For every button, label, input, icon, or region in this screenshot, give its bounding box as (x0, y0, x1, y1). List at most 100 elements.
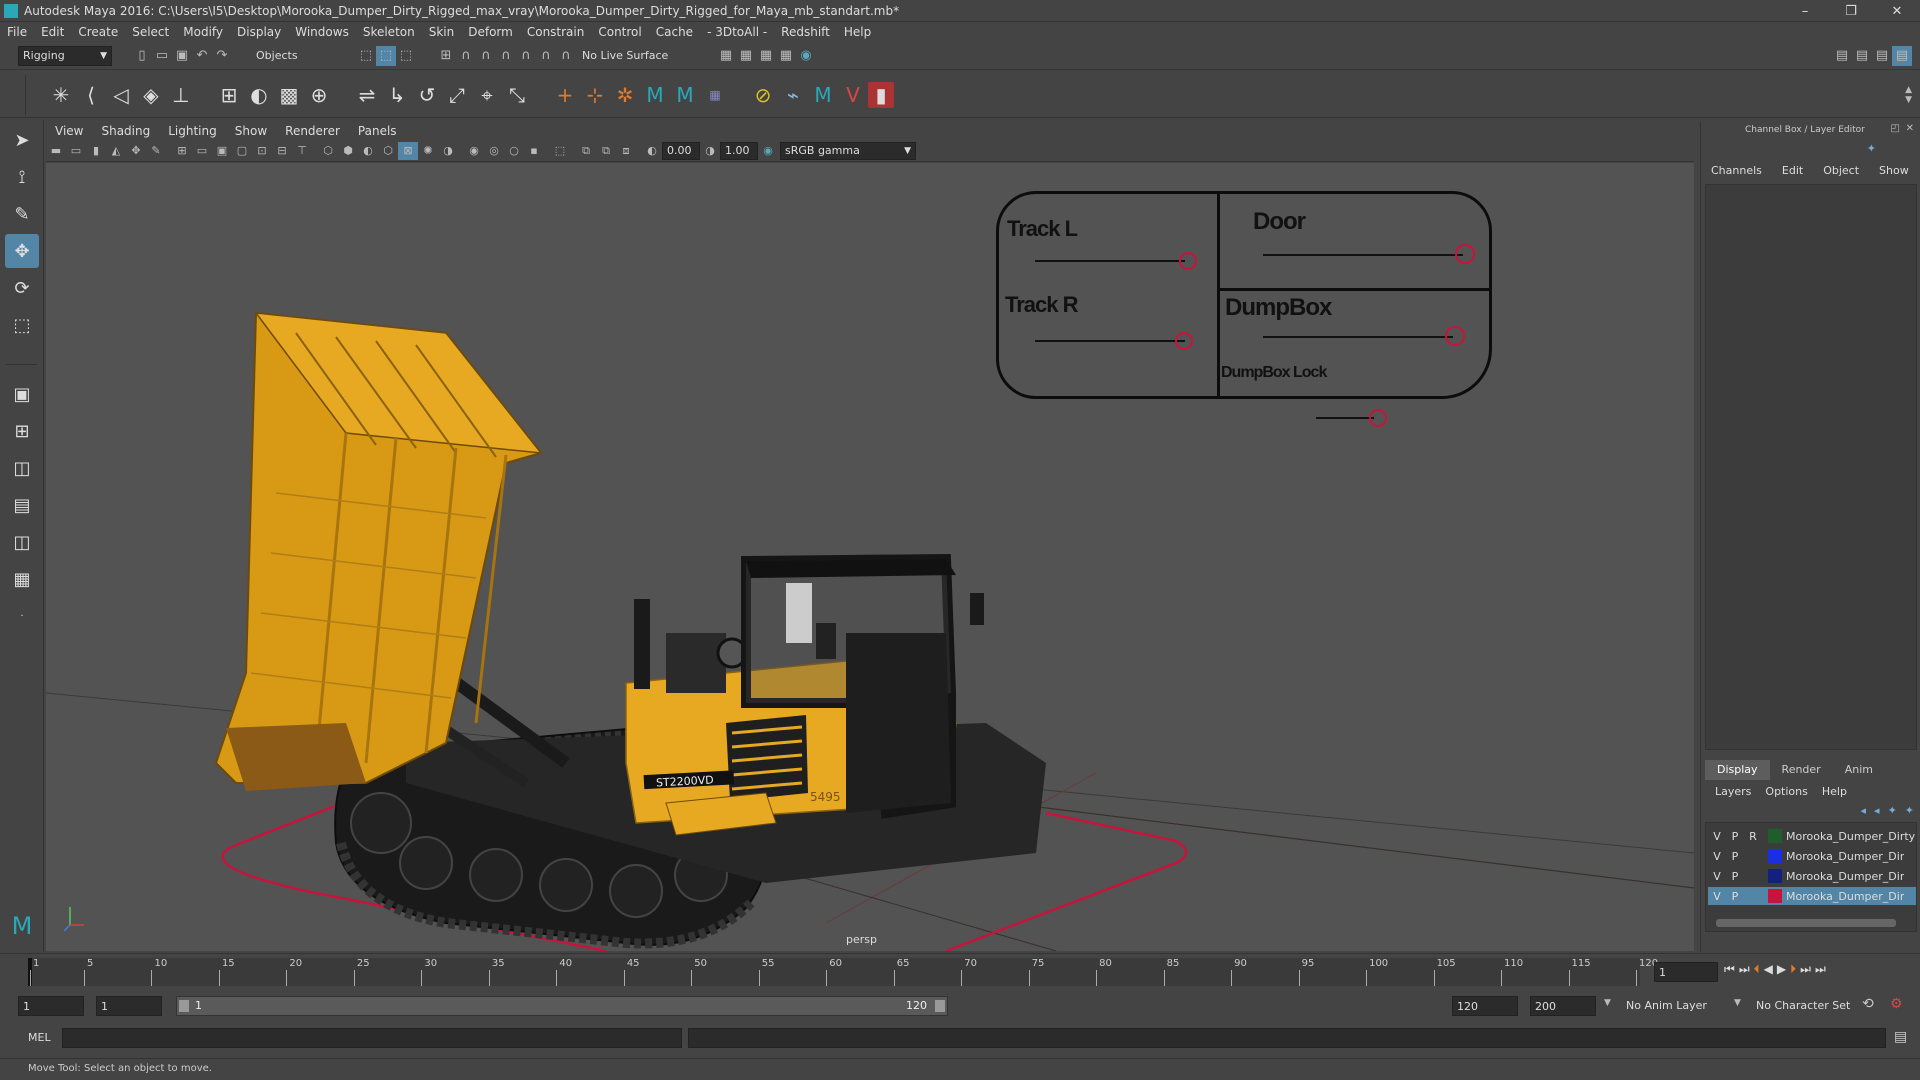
layer-row[interactable]: V P Morooka_Dumper_Dir (1708, 867, 1916, 885)
film-gate-icon[interactable]: ▭ (192, 142, 212, 160)
script-editor-icon[interactable]: ▤ (1894, 1029, 1907, 1045)
menu-modify[interactable]: Modify (176, 25, 230, 39)
layer-color-swatch[interactable] (1768, 829, 1782, 843)
menu-skin[interactable]: Skin (422, 25, 462, 39)
field-chart-icon[interactable]: ⊡ (252, 142, 272, 160)
menu-windows[interactable]: Windows (288, 25, 356, 39)
v-icon[interactable]: V (838, 78, 868, 112)
snap-point-icon[interactable]: ∩ (476, 46, 496, 66)
menu-help[interactable]: Help (837, 25, 878, 39)
rotate-tool-icon[interactable]: ⟳ (5, 271, 39, 305)
dumper-model[interactable]: ST2200VD 5495 (214, 311, 1046, 949)
modeling-toolkit-icon[interactable]: ▤ (1832, 46, 1852, 66)
new-layer-icon[interactable]: ✦ (1888, 804, 1897, 817)
step-back-frame-icon[interactable]: ⏴ (1754, 962, 1760, 977)
tool-settings-icon[interactable]: ▤ (1872, 46, 1892, 66)
door-slider-handle[interactable] (1455, 244, 1475, 264)
bookmark-icon[interactable]: ▮ (86, 142, 106, 160)
scale-constraint-icon[interactable]: ⤢ (442, 78, 472, 112)
layer-name[interactable]: Morooka_Dumper_Dir (1786, 890, 1904, 903)
color-management-icon[interactable]: ◉ (758, 142, 778, 160)
play-forward-icon[interactable]: ▶ (1777, 962, 1786, 977)
image-plane-icon[interactable]: ◭ (106, 142, 126, 160)
pole-vector-icon[interactable]: ⤡ (502, 78, 532, 112)
layer-color-swatch[interactable] (1768, 849, 1782, 863)
selection-mode-dropdown[interactable]: Objects (242, 45, 342, 66)
camera-select-icon[interactable]: ▬ (46, 142, 66, 160)
menu-display[interactable]: Display (230, 25, 288, 39)
menu-control[interactable]: Control (591, 25, 648, 39)
channel-box-toolbar-icon[interactable]: ✦ (1867, 142, 1876, 155)
move-layer-up-icon[interactable]: ◂ (1861, 804, 1867, 817)
menu-file[interactable]: File (0, 25, 34, 39)
playback-end-field[interactable]: 120 (1452, 996, 1518, 1016)
gate-mask-icon[interactable]: ▢ (232, 142, 252, 160)
xray-components-icon[interactable]: ⧈ (616, 142, 636, 160)
range-start-handle[interactable] (179, 1000, 189, 1012)
four-view-icon[interactable]: ⊞ (5, 414, 39, 448)
anim-prefs-icon[interactable]: ⚙ (1890, 996, 1903, 1012)
viewport-menu-lighting[interactable]: Lighting (159, 124, 226, 138)
menu-constrain[interactable]: Constrain (520, 25, 592, 39)
select-object-icon[interactable]: ⬚ (376, 45, 396, 66)
menu-3dtoall[interactable]: - 3DtoAll - (700, 25, 774, 39)
isolate-select-icon[interactable]: ⬚ (550, 142, 570, 160)
point-constraint-icon[interactable]: ⇌ (352, 78, 382, 112)
grease-pencil-icon[interactable]: ✎ (146, 142, 166, 160)
layer-list-scrollbar[interactable] (1716, 919, 1896, 927)
depth-of-field-icon[interactable]: ▪ (524, 142, 544, 160)
ipr-render-icon[interactable]: ▦ (736, 46, 756, 66)
render-frame-icon[interactable]: ▦ (716, 46, 736, 66)
bone-tool-icon[interactable]: ✲ (610, 78, 640, 112)
menu-create[interactable]: Create (71, 25, 125, 39)
channel-box-toggle-icon[interactable]: ▤ (1892, 45, 1912, 66)
maya-m2-icon[interactable]: M (670, 78, 700, 112)
anim-layer-chevron-icon[interactable]: ▼ (1604, 998, 1611, 1008)
motion-blur-icon[interactable]: ◎ (484, 142, 504, 160)
layer-reference-toggle[interactable]: R (1744, 830, 1762, 843)
menu-select[interactable]: Select (125, 25, 176, 39)
aim-constraint-icon[interactable]: ↳ (382, 78, 412, 112)
move-tool-icon[interactable]: ✥ (5, 234, 39, 268)
layout-more-icon[interactable]: · (5, 599, 39, 633)
range-slider[interactable]: 1 120 (176, 996, 948, 1016)
locator-icon[interactable]: + (550, 78, 580, 112)
maya-m-icon[interactable]: M (640, 78, 670, 112)
layer-name[interactable]: Morooka_Dumper_Dir (1786, 870, 1904, 883)
snap-surface-icon[interactable]: ∩ (516, 46, 536, 66)
paint-weights-icon[interactable]: ◐ (244, 78, 274, 112)
viewport-persp[interactable]: persp ST2200VD 5495 Track L Track R Door… (46, 163, 1694, 951)
layer-visibility-toggle[interactable]: V (1708, 830, 1726, 843)
channel-menu-show[interactable]: Show (1879, 164, 1909, 177)
panel-float-icon[interactable]: ◰ (1891, 123, 1900, 134)
wireframe-on-shaded-icon[interactable]: ⬡ (378, 142, 398, 160)
create-ik-icon[interactable]: ⊹ (580, 78, 610, 112)
exposure-field[interactable]: 0.00 (662, 141, 700, 160)
auto-key-icon[interactable]: ⟲ (1862, 996, 1874, 1012)
exposure-icon[interactable]: ◐ (642, 142, 662, 160)
layer-menu-help[interactable]: Help (1822, 785, 1847, 798)
move-layer-down-icon[interactable]: ◂ (1874, 804, 1880, 817)
start-time-field[interactable]: 1 (18, 996, 84, 1016)
playback-start-field[interactable]: 1 (96, 996, 162, 1016)
ik-handle-icon[interactable]: ⟨ (76, 78, 106, 112)
resolution-gate-icon[interactable]: ▣ (212, 142, 232, 160)
undo-icon[interactable]: ↶ (192, 46, 212, 66)
view-transform-dropdown[interactable]: sRGB gamma ▼ (780, 141, 916, 160)
tab-display[interactable]: Display (1705, 760, 1770, 780)
grid-toggle-icon[interactable]: ⊞ (172, 142, 192, 160)
viewport-menu-renderer[interactable]: Renderer (276, 124, 349, 138)
layout-two-icon[interactable]: ◫ (5, 451, 39, 485)
select-tool-icon[interactable]: ➤ (5, 123, 39, 157)
time-slider[interactable]: 1 5 10 15 20 25 30 35 40 45 50 55 60 65 70 75 80 85 90 95 10… (0, 953, 1920, 989)
menu-cache[interactable]: Cache (649, 25, 700, 39)
smooth-shade-icon[interactable]: ⬢ (338, 142, 358, 160)
current-frame-field[interactable]: 1 (1654, 962, 1718, 982)
step-forward-key-icon[interactable]: ⏭ (1800, 962, 1811, 977)
viewport-menu-show[interactable]: Show (226, 124, 276, 138)
gamma-field[interactable]: 1.00 (720, 141, 758, 160)
layer-row-selected[interactable]: V P Morooka_Dumper_Dir (1708, 887, 1916, 905)
panel-close-icon[interactable]: ✕ (1906, 123, 1914, 134)
go-to-end-icon[interactable]: ⏭ (1815, 962, 1826, 977)
command-input[interactable] (62, 1028, 682, 1048)
